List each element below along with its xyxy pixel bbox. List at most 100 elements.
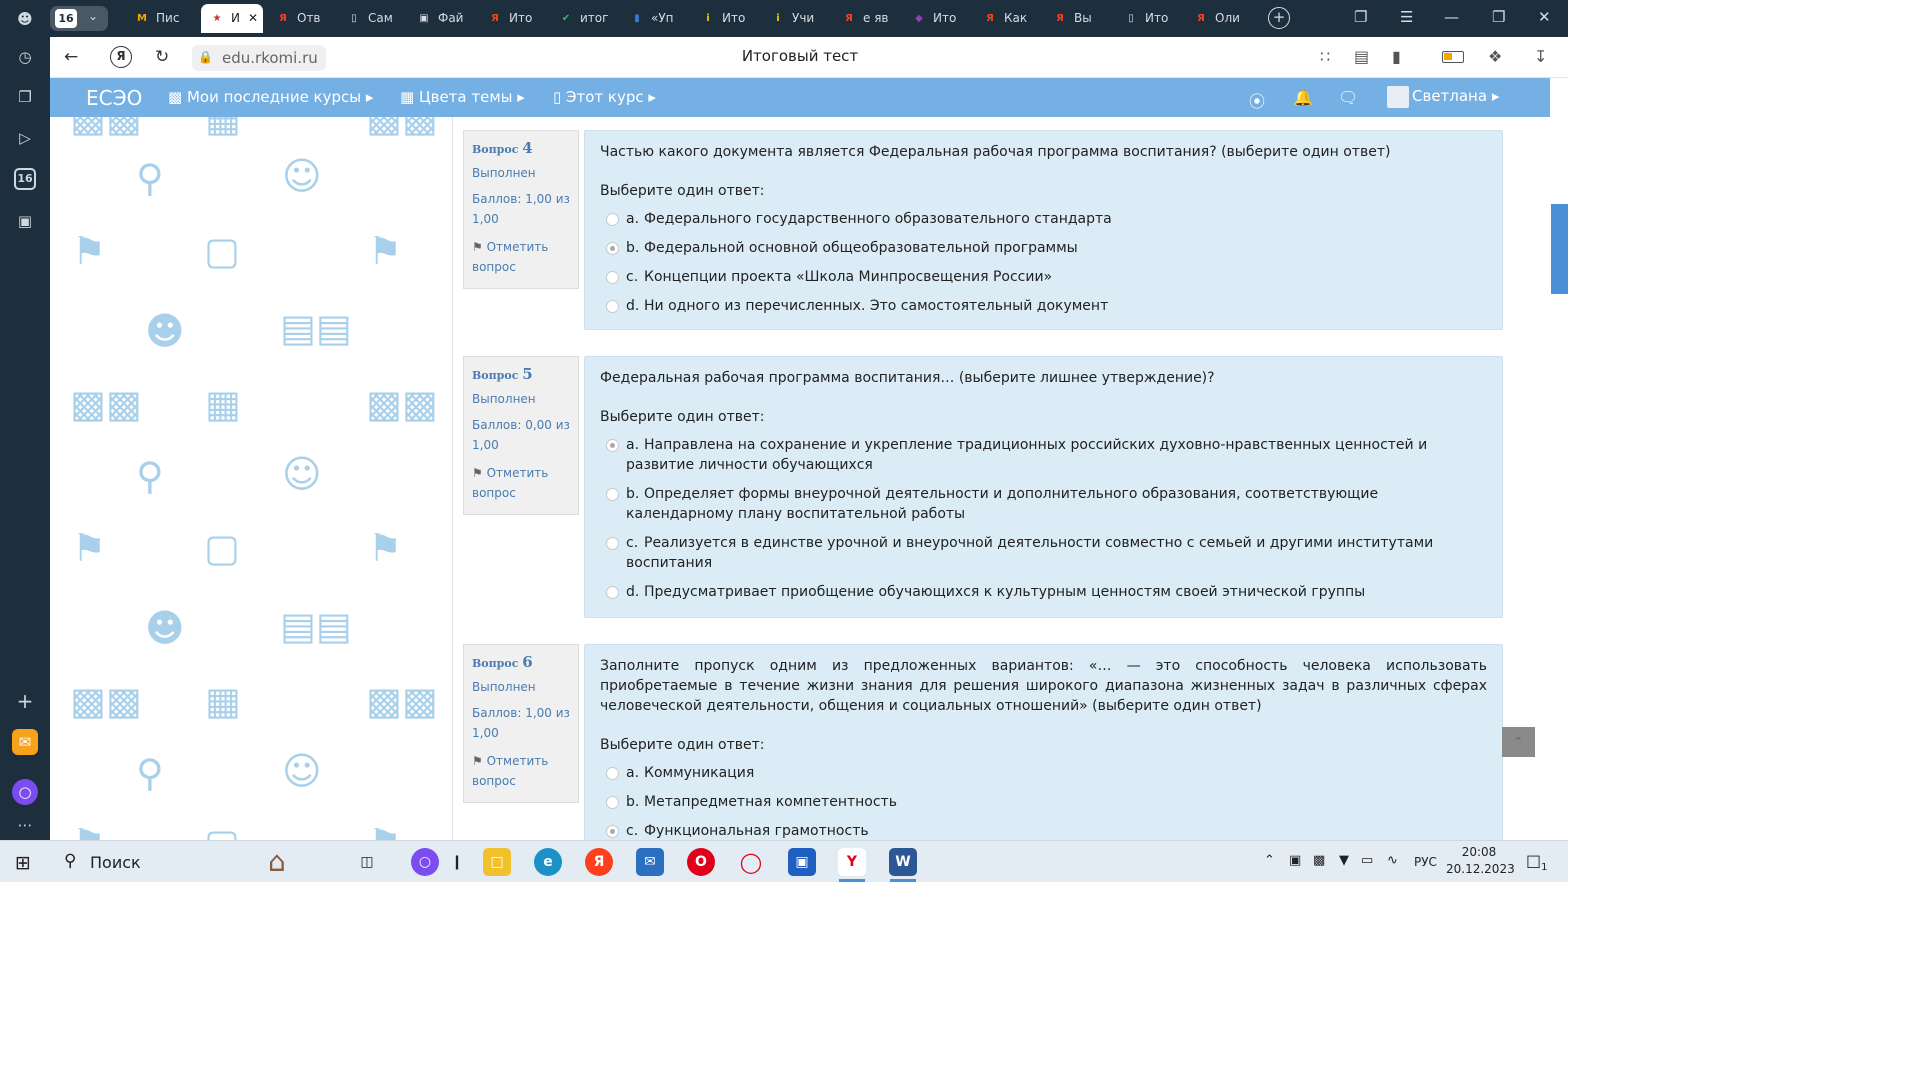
theme-colors-menu[interactable]: ▦ Цвета темы ▸ bbox=[400, 88, 525, 106]
browser-tab[interactable]: ✔ итог bbox=[558, 4, 618, 33]
browser-tab[interactable]: ▯ Ито bbox=[1123, 4, 1183, 33]
radio-button[interactable] bbox=[606, 213, 619, 226]
browser-tab[interactable]: i Учи bbox=[770, 4, 830, 33]
video-icon[interactable]: ▷ bbox=[12, 125, 38, 151]
battery-saver-icon[interactable] bbox=[1442, 51, 1464, 63]
edge-icon[interactable]: e bbox=[534, 848, 562, 876]
protect-icon[interactable]: ❖ bbox=[1488, 47, 1502, 66]
radio-button[interactable] bbox=[606, 586, 619, 599]
target-icon[interactable]: ⦿ bbox=[1249, 88, 1265, 112]
add-panel-icon[interactable]: + bbox=[12, 688, 38, 714]
chat-icon[interactable]: 🗨 bbox=[1338, 88, 1358, 107]
answer-option[interactable]: c. Концепции проекта «Школа Минпросвещени… bbox=[600, 267, 1487, 287]
browser-tab[interactable]: ◆ Ито bbox=[911, 4, 971, 33]
tabs-counter-icon[interactable]: 16 bbox=[14, 168, 36, 190]
scrollbar-thumb[interactable] bbox=[1551, 204, 1568, 294]
radio-button[interactable] bbox=[606, 300, 619, 313]
battery-icon[interactable]: ▭ bbox=[1361, 853, 1373, 868]
radio-button[interactable] bbox=[606, 271, 619, 284]
answer-option[interactable]: d. Ни одного из перечисленных. Это самост… bbox=[600, 296, 1487, 316]
restore-button[interactable]: ❐ bbox=[1492, 8, 1505, 26]
browser-tab[interactable]: M Пис bbox=[134, 4, 194, 33]
screenshot-icon[interactable]: ▣ bbox=[12, 208, 38, 234]
browser-tab[interactable]: ▮ «Уп bbox=[629, 4, 689, 33]
tabs-overview-icon[interactable]: ❐ bbox=[1354, 8, 1367, 26]
task-view-icon[interactable]: ◫ bbox=[353, 848, 381, 876]
flag-question-link[interactable]: ⚑ Отметить вопрос bbox=[472, 463, 570, 503]
browser-tab[interactable]: ★ И ✕ bbox=[201, 4, 263, 33]
browser-tab[interactable]: ▣ Фай bbox=[416, 4, 476, 33]
radio-button[interactable] bbox=[606, 825, 619, 838]
tray-expand-icon[interactable]: ⌃ bbox=[1264, 853, 1275, 868]
flag-question-link[interactable]: ⚑ Отметить вопрос bbox=[472, 237, 570, 277]
word-icon[interactable]: W bbox=[889, 848, 917, 876]
answer-option[interactable]: c. Функциональная грамотность bbox=[600, 821, 1487, 840]
url-field[interactable]: 🔒 edu.rkomi.ru bbox=[192, 45, 326, 71]
answer-option[interactable]: a. Направлена на сохранение и укрепление … bbox=[600, 435, 1487, 475]
browser-tab[interactable]: Яе яв bbox=[841, 4, 901, 33]
tray-network-drive-icon[interactable]: ▩ bbox=[1313, 853, 1325, 868]
taskbar-search[interactable]: ⚲ Поиск ⌂ bbox=[56, 841, 344, 883]
user-menu[interactable]: Светлана ▸ bbox=[1412, 87, 1499, 105]
more-icon[interactable]: ⋯ bbox=[12, 812, 38, 838]
this-course-menu[interactable]: ▯ Этот курс ▸ bbox=[553, 88, 656, 106]
tab-counter-button[interactable]: 16 ⌄ bbox=[50, 6, 108, 31]
download-icon[interactable]: ↧ bbox=[1534, 47, 1547, 66]
answer-option[interactable]: b. Федеральной основной общеобразовательн… bbox=[600, 238, 1487, 258]
opera-icon[interactable]: O bbox=[687, 848, 715, 876]
answer-option[interactable]: b. Метапредметная компетентность bbox=[600, 792, 1487, 812]
extensions-icon[interactable]: ∷ bbox=[1320, 47, 1330, 66]
store-icon[interactable]: ▣ bbox=[788, 848, 816, 876]
avatar[interactable] bbox=[1387, 86, 1409, 108]
minimize-button[interactable]: — bbox=[1444, 8, 1459, 26]
history-icon[interactable]: ◷ bbox=[12, 44, 38, 70]
new-tab-button[interactable]: + bbox=[1268, 7, 1290, 29]
browser-tab[interactable]: Я Оли bbox=[1193, 4, 1253, 33]
scroll-to-top-button[interactable]: ⌃ bbox=[1502, 727, 1535, 757]
answer-option[interactable]: c. Реализуется в единстве урочной и внеур… bbox=[600, 533, 1487, 573]
answer-option[interactable]: d. Предусматривает приобщение обучающихся… bbox=[600, 582, 1487, 602]
answer-option[interactable]: a. Федерального государственного образова… bbox=[600, 209, 1487, 229]
browser-tab[interactable]: Я Ито bbox=[487, 4, 547, 33]
reader-icon[interactable]: ▤ bbox=[1354, 47, 1369, 66]
browser-tab[interactable]: Я Вы bbox=[1052, 4, 1112, 33]
back-icon[interactable]: ← bbox=[64, 47, 78, 67]
notifications-icon[interactable]: □1 bbox=[1526, 851, 1548, 873]
mail-icon[interactable]: ✉ bbox=[636, 848, 664, 876]
bookmark-icon[interactable]: ▮ bbox=[1392, 47, 1401, 66]
yandex-icon[interactable]: Я bbox=[585, 848, 613, 876]
wifi-icon[interactable]: ∿ bbox=[1387, 853, 1398, 868]
close-window-button[interactable]: ✕ bbox=[1538, 8, 1551, 26]
opera-gx-icon[interactable]: ◯ bbox=[737, 848, 765, 876]
yandex-browser-icon[interactable]: Y bbox=[838, 848, 866, 876]
radio-button[interactable] bbox=[606, 796, 619, 809]
tray-app-icon[interactable]: ▣ bbox=[1289, 853, 1301, 868]
radio-button[interactable] bbox=[606, 537, 619, 550]
flag-question-link[interactable]: ⚑ Отметить вопрос bbox=[472, 751, 570, 791]
site-brand[interactable]: ЕСЭО bbox=[86, 86, 142, 110]
close-tab-icon[interactable]: ✕ bbox=[248, 11, 258, 25]
collections-icon[interactable]: ❐ bbox=[12, 84, 38, 110]
radio-button[interactable] bbox=[606, 439, 619, 452]
radio-button[interactable] bbox=[606, 488, 619, 501]
clock[interactable]: 20:08 20.12.2023 bbox=[1446, 844, 1515, 878]
alice-icon[interactable]: ○ bbox=[12, 779, 38, 805]
radio-button[interactable] bbox=[606, 242, 619, 255]
language-indicator[interactable]: РУС bbox=[1414, 855, 1437, 869]
alice-icon[interactable]: ○ bbox=[411, 848, 439, 876]
profile-icon[interactable]: ☻ bbox=[12, 6, 38, 32]
answer-option[interactable]: b. Определяет формы внеурочной деятельнос… bbox=[600, 484, 1487, 524]
bell-icon[interactable]: 🔔 bbox=[1293, 88, 1313, 107]
radio-button[interactable] bbox=[606, 767, 619, 780]
windows-start-icon[interactable]: ⊞ bbox=[15, 852, 31, 874]
browser-tab[interactable]: ▯ Сам bbox=[346, 4, 406, 33]
reload-icon[interactable]: ↻ bbox=[155, 47, 169, 67]
browser-tab[interactable]: Я Отв bbox=[275, 4, 335, 33]
browser-tab[interactable]: i Ито bbox=[700, 4, 760, 33]
answer-option[interactable]: a. Коммуникация bbox=[600, 763, 1487, 783]
file-explorer-icon[interactable]: □ bbox=[483, 848, 511, 876]
microphone-icon[interactable]: ▼ bbox=[1339, 853, 1349, 868]
menu-icon[interactable]: ☰ bbox=[1400, 8, 1413, 26]
yandex-home-icon[interactable]: Я bbox=[110, 46, 132, 68]
mail-app-icon[interactable]: ✉ bbox=[12, 729, 38, 755]
